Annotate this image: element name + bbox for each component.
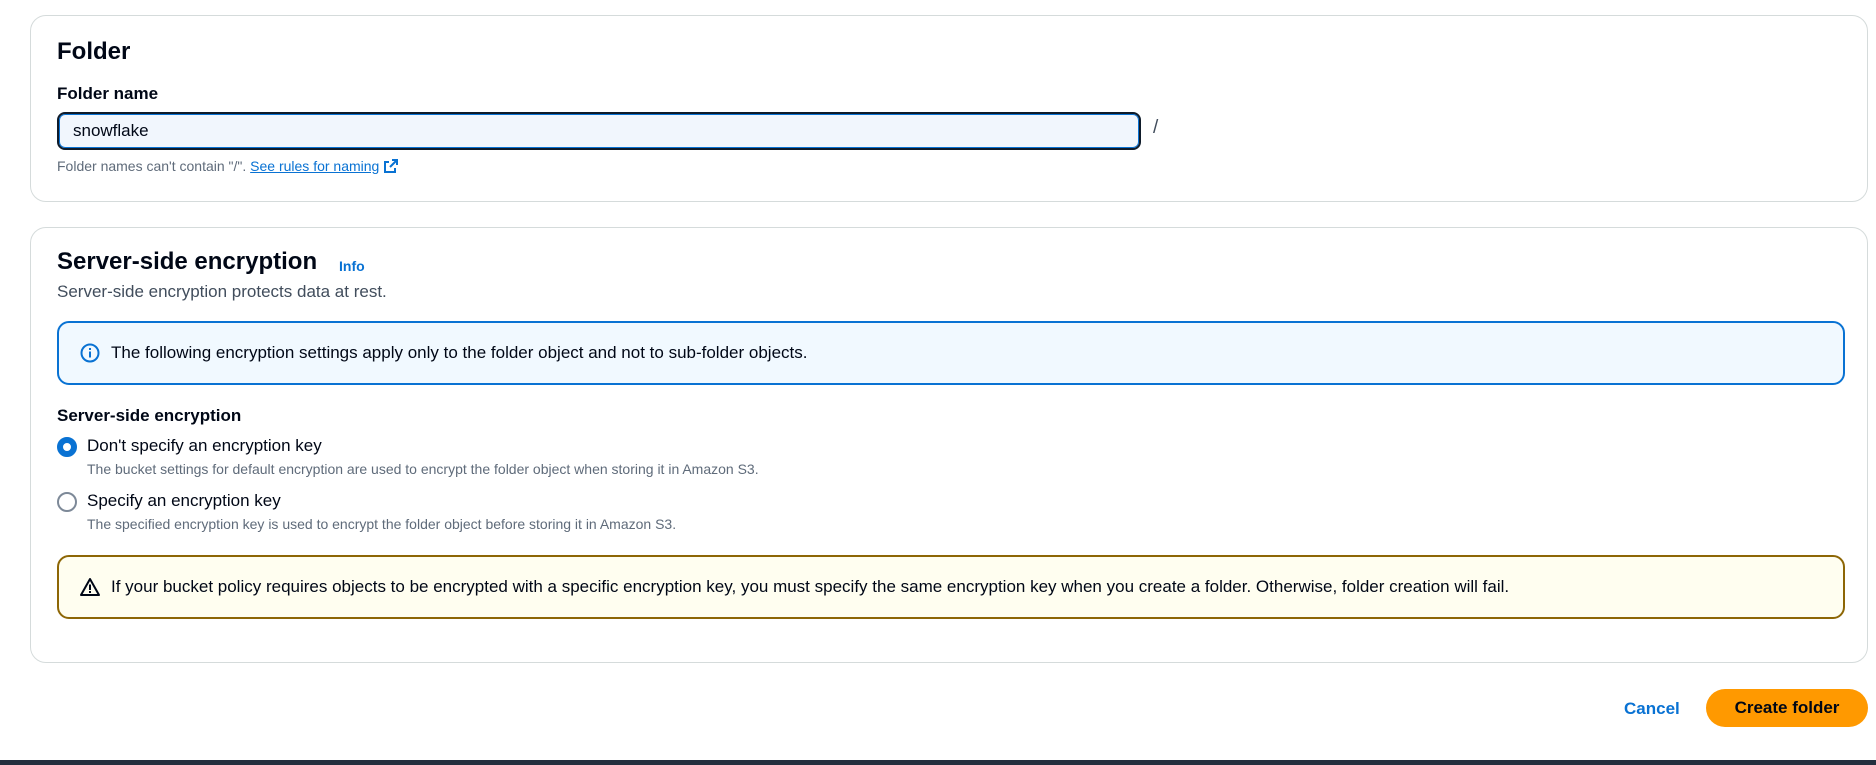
folder-name-input[interactable]	[57, 112, 1141, 150]
folder-panel-title: Folder	[57, 38, 131, 65]
radio-option-no-key[interactable]: Don't specify an encryption key The buck…	[57, 435, 759, 477]
warning-triangle-icon	[80, 578, 100, 596]
naming-rules-link[interactable]: See rules for naming	[250, 158, 399, 174]
info-circle-icon	[80, 343, 100, 363]
external-link-icon	[384, 159, 399, 173]
encryption-warning-alert: If your bucket policy requires objects t…	[57, 555, 1845, 619]
encryption-info-alert: The following encryption settings apply …	[57, 321, 1845, 385]
encryption-description: Server-side encryption protects data at …	[57, 282, 387, 301]
create-folder-page: Folder Folder name / Folder names can't …	[0, 0, 1876, 765]
create-folder-button[interactable]: Create folder	[1706, 689, 1868, 727]
folder-suffix-slash: /	[1153, 117, 1159, 138]
encryption-info-alert-text: The following encryption settings apply …	[111, 343, 808, 362]
bottom-bar	[0, 760, 1876, 765]
radio-option-specify-key[interactable]: Specify an encryption key The specified …	[57, 490, 676, 532]
encryption-warning-alert-text: If your bucket policy requires objects t…	[111, 577, 1510, 596]
radio-button-no-key[interactable]	[57, 437, 77, 457]
folder-panel: Folder Folder name / Folder names can't …	[30, 15, 1868, 202]
encryption-option-group-label: Server-side encryption	[57, 406, 242, 425]
radio-option-no-key-label: Don't specify an encryption key	[87, 436, 322, 455]
encryption-panel: Server-side encryption Info Server-side …	[30, 227, 1868, 663]
radio-option-specify-key-text: Specify an encryption key The specified …	[87, 490, 676, 532]
folder-name-hint: Folder names can't contain "/". See rule…	[57, 158, 399, 174]
radio-option-specify-key-label: Specify an encryption key	[87, 491, 281, 510]
radio-button-specify-key[interactable]	[57, 492, 77, 512]
folder-name-label: Folder name	[57, 84, 159, 103]
radio-option-no-key-description: The bucket settings for default encrypti…	[87, 461, 759, 477]
naming-rules-link-text: See rules for naming	[250, 158, 380, 174]
radio-option-no-key-text: Don't specify an encryption key The buck…	[87, 435, 759, 477]
cancel-button[interactable]: Cancel	[1618, 690, 1686, 728]
folder-name-hint-text: Folder names can't contain "/".	[57, 158, 251, 174]
radio-option-specify-key-description: The specified encryption key is used to …	[87, 516, 677, 532]
encryption-panel-title: Server-side encryption	[57, 248, 318, 275]
encryption-info-link[interactable]: Info	[339, 258, 365, 274]
